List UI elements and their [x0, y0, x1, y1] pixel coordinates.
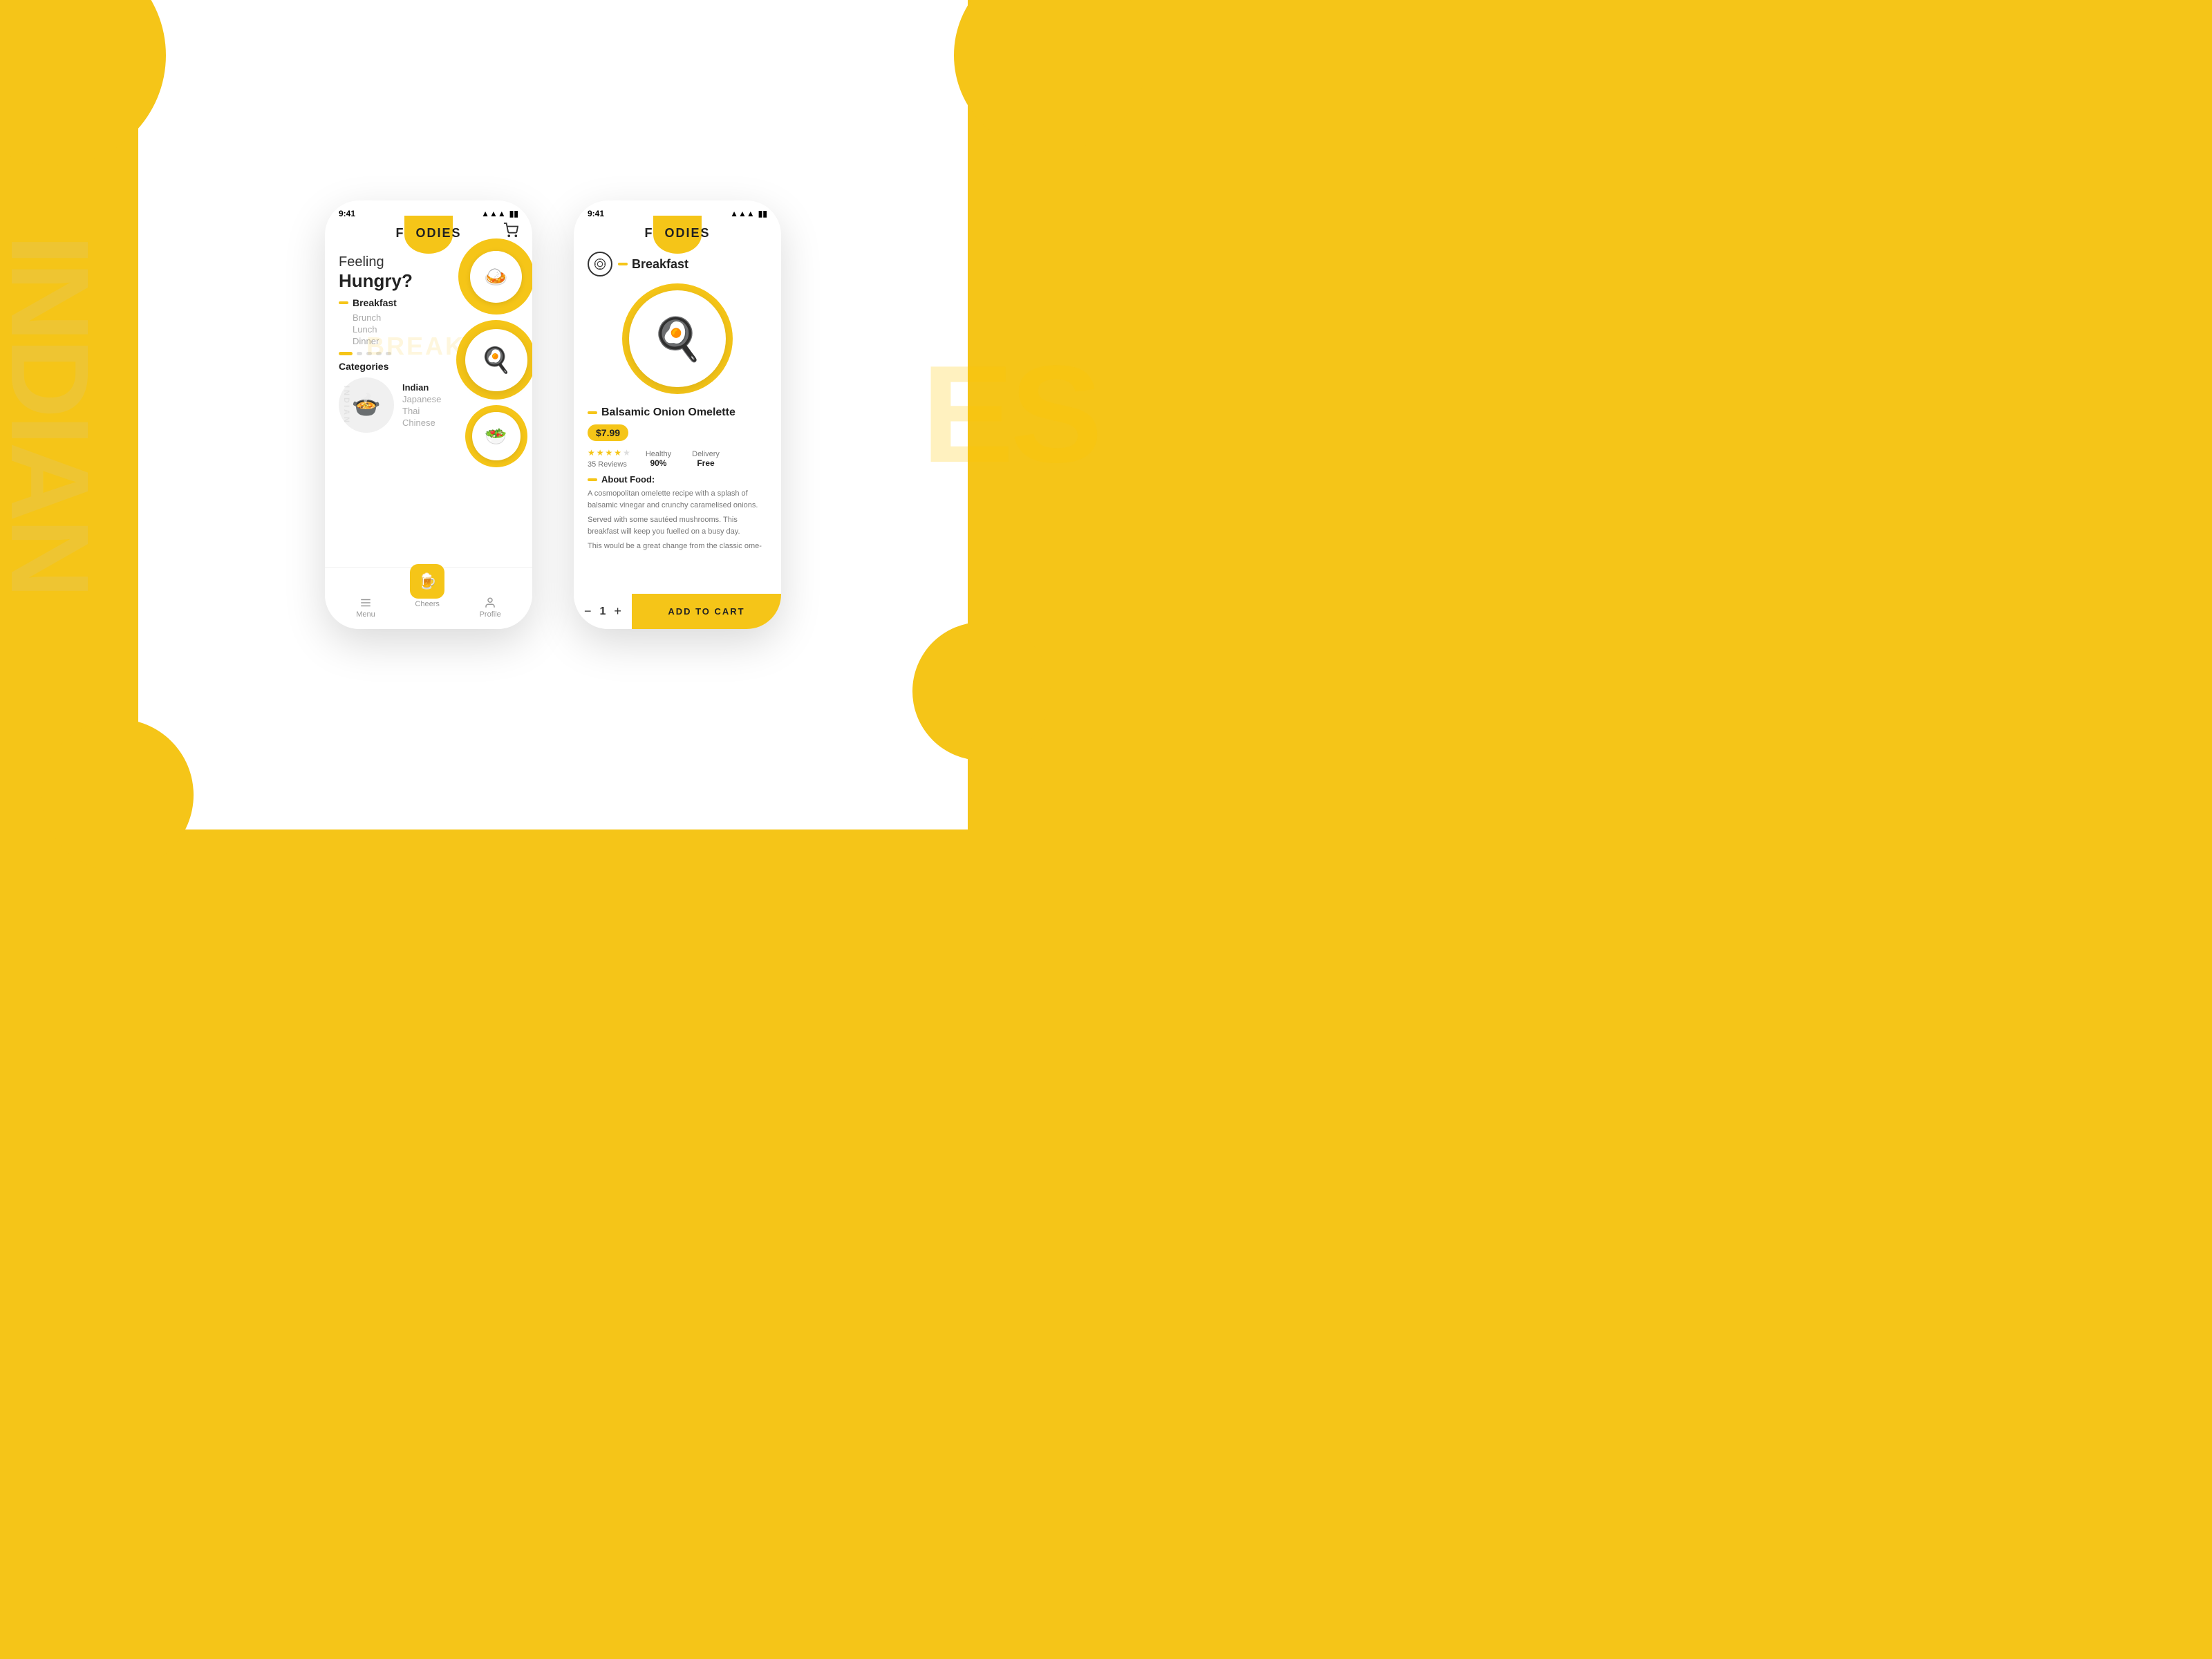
breakfast-title: Breakfast: [618, 257, 688, 272]
about-para-1: A cosmopolitan omelette recipe with a sp…: [588, 488, 767, 511]
review-count: 35 Reviews: [588, 460, 627, 469]
signal-icon-2: ▲▲▲: [730, 209, 755, 218]
cuisine-circle-wrapper: 🍲 INDIAN: [339, 377, 394, 433]
logo-highlight-1: O: [404, 226, 415, 240]
healthy-label: Healthy: [646, 450, 671, 458]
yellow-bar-1: [339, 301, 348, 304]
hero-food-image: 🍳: [629, 290, 726, 387]
logo-1: FOODIES: [395, 223, 461, 241]
breakfast-text: Breakfast: [632, 257, 688, 272]
cuisine-indian[interactable]: Indian: [402, 382, 429, 393]
healthy-value: 90%: [646, 458, 671, 468]
about-para-2: Served with some sautéed mushrooms. This…: [588, 514, 767, 537]
plus-button[interactable]: +: [614, 604, 621, 619]
product-name-row: Balsamic Onion Omelette: [588, 406, 767, 419]
food-hero-area: 🍳: [574, 276, 781, 401]
meta-healthy: Healthy 90%: [646, 450, 671, 468]
main-container: 9:41 ▲▲▲ ▮▮ FOODIES: [0, 0, 1106, 830]
product-info: Balsamic Onion Omelette $7.99 ★ ★ ★ ★ ★ …: [574, 401, 781, 470]
logo-2: FOODIES: [644, 223, 710, 241]
phone-1: 9:41 ▲▲▲ ▮▮ FOODIES: [325, 200, 532, 629]
cheers-button[interactable]: 🍺: [410, 564, 444, 599]
yellow-bar-2: [618, 263, 628, 265]
meta-delivery: Delivery Free: [692, 450, 720, 468]
break-watermark: BREAK: [366, 332, 465, 361]
cart-bar: − 1 + ADD TO CART: [574, 594, 781, 629]
delivery-value: Free: [692, 458, 720, 468]
meta-items: Healthy 90% Delivery Free: [646, 450, 720, 468]
yellow-bar-3: [588, 411, 597, 414]
breakfast-label: Breakfast: [588, 252, 767, 276]
about-para-3: This would be a great change from the cl…: [588, 541, 767, 552]
delivery-label: Delivery: [692, 450, 720, 458]
ratings-row: ★ ★ ★ ★ ★ 35 Reviews Healthy 90% Deliver…: [588, 448, 767, 470]
curry-image: 🍛: [470, 251, 522, 303]
nav-cheers[interactable]: 🍺 Cheers: [410, 564, 444, 608]
nav-profile[interactable]: Profile: [480, 597, 501, 619]
product-name: Balsamic Onion Omelette: [601, 406, 735, 419]
logo-container-2: FOODIES: [644, 223, 710, 241]
nav-menu-label: Menu: [356, 610, 375, 619]
active-category[interactable]: Breakfast: [353, 297, 397, 308]
yellow-bar-4: [588, 478, 597, 481]
nav-menu[interactable]: Menu: [356, 597, 375, 619]
star-5: ★: [623, 448, 630, 458]
star-1: ★: [588, 448, 595, 458]
battery-icon-1: ▮▮: [509, 209, 518, 218]
breakfast-icon: [588, 252, 612, 276]
status-icons-1: ▲▲▲ ▮▮: [481, 209, 518, 218]
quantity-control: − 1 +: [574, 594, 632, 629]
time-2: 9:41: [588, 209, 604, 218]
about-title-text: About Food:: [601, 474, 655, 485]
bottom-nav-1: Menu 🍺 Cheers Profile: [325, 567, 532, 629]
indian-vertical-text: INDIAN: [342, 386, 350, 424]
battery-icon-2: ▮▮: [758, 209, 767, 218]
logo-container-1: FOODIES: [395, 223, 461, 241]
food-circle-1: 🍛: [458, 238, 533, 315]
dot-active[interactable]: [339, 352, 353, 355]
stars: ★ ★ ★ ★ ★: [588, 448, 630, 458]
star-2: ★: [597, 448, 604, 458]
about-section: About Food: A cosmopolitan omelette reci…: [574, 474, 781, 552]
dot-2[interactable]: [357, 352, 362, 355]
salad-image: 🥗: [472, 412, 521, 460]
phone-2: 9:41 ▲▲▲ ▮▮ FOODIES: [574, 200, 781, 629]
food-hero-circle: 🍳: [622, 283, 733, 394]
price-tag: $7.99: [588, 424, 628, 441]
nav-profile-label: Profile: [480, 610, 501, 619]
food-circle-2: 🍳: [456, 320, 532, 400]
signal-icon-1: ▲▲▲: [481, 209, 506, 218]
nav-cheers-label: Cheers: [415, 600, 439, 608]
egg-image: 🍳: [465, 329, 527, 391]
quantity-display: 1: [600, 606, 606, 618]
food-circle-3: 🥗: [465, 405, 527, 467]
star-4: ★: [614, 448, 621, 458]
phone2-header: FOODIES: [574, 223, 781, 246]
time-1: 9:41: [339, 209, 355, 218]
status-icons-2: ▲▲▲ ▮▮: [730, 209, 767, 218]
minus-button[interactable]: −: [584, 604, 592, 619]
rating-stars-wrapper: ★ ★ ★ ★ ★ 35 Reviews: [588, 448, 630, 470]
logo-highlight-2: O: [653, 226, 664, 240]
star-3: ★: [606, 448, 613, 458]
about-title: About Food:: [588, 474, 767, 485]
add-to-cart-button[interactable]: ADD TO CART: [632, 594, 781, 629]
